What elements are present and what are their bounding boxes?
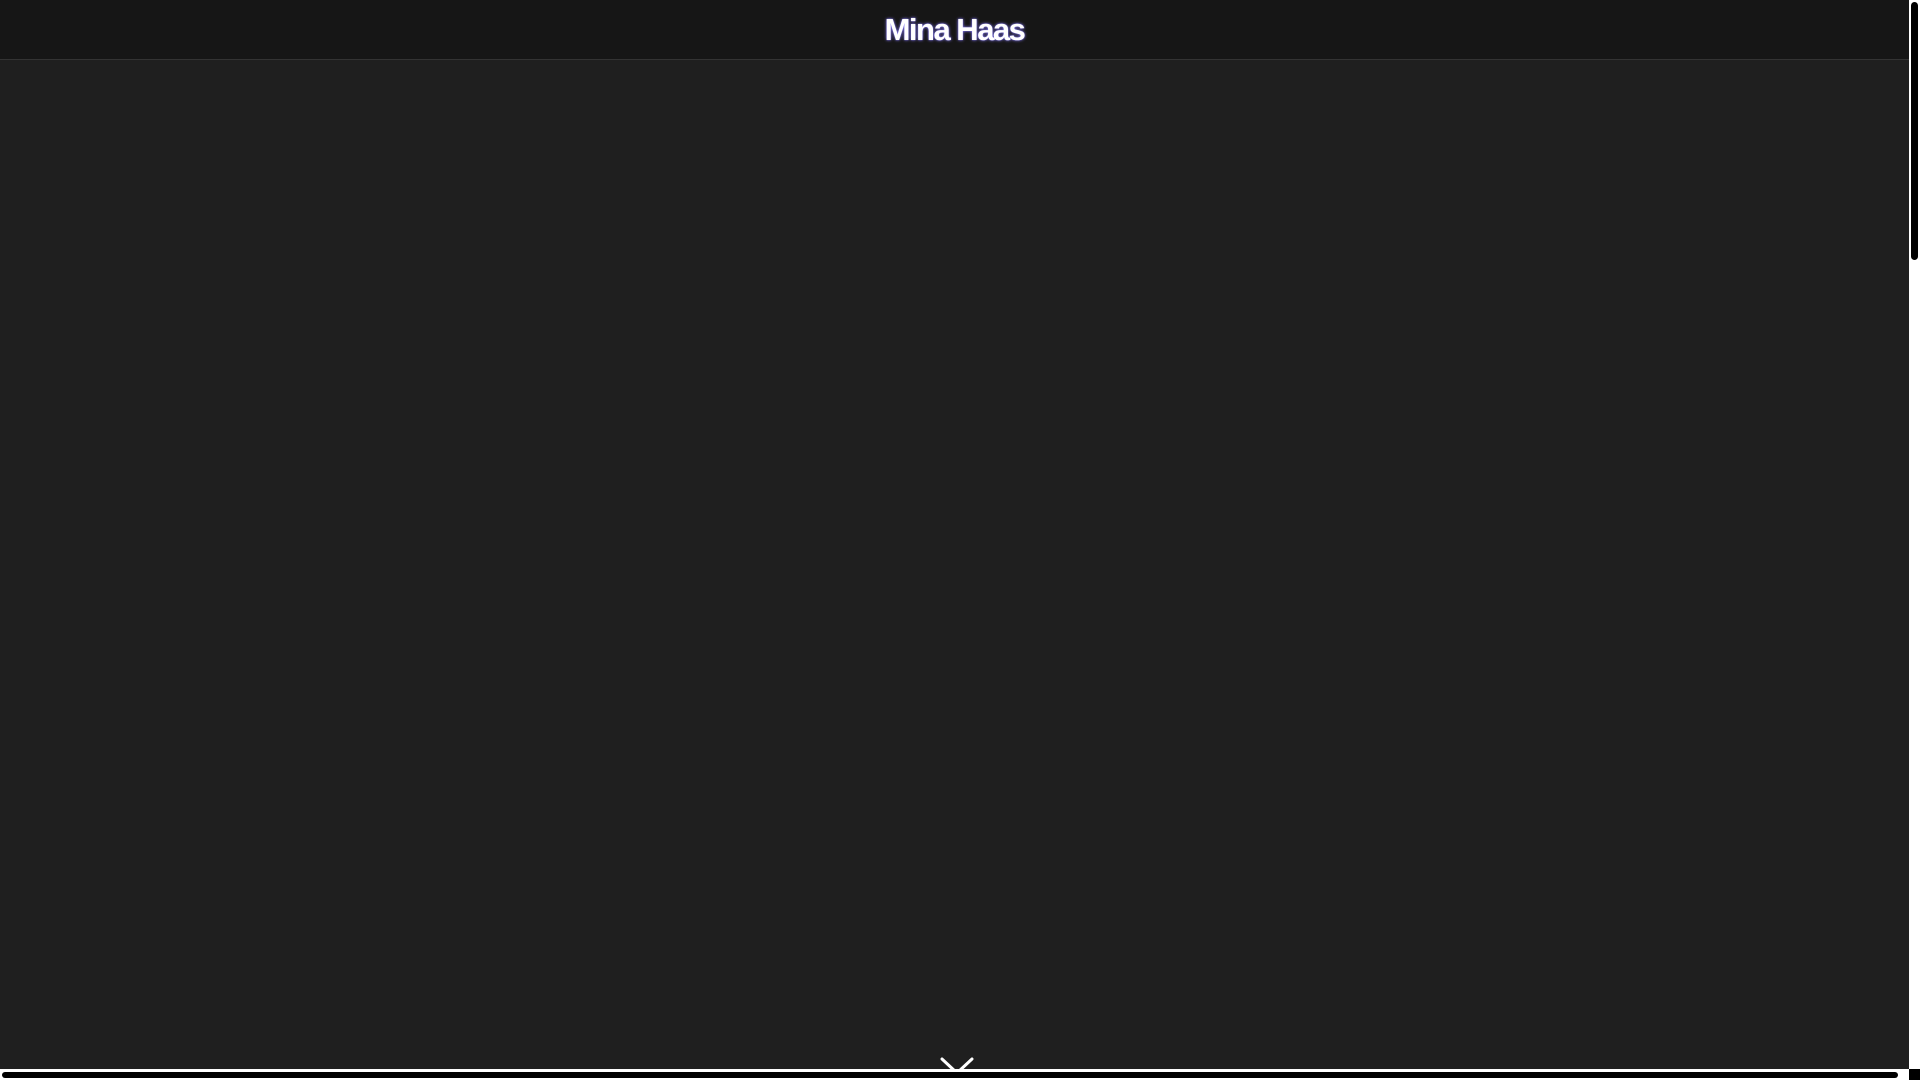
vertical-scrollbar-thumb[interactable] — [1911, 2, 1918, 260]
horizontal-scrollbar[interactable] — [0, 1069, 1909, 1080]
site-title[interactable]: Mina Haas — [885, 14, 1026, 45]
site-header: Mina Haas — [0, 0, 1909, 60]
scrollbar-corner — [1909, 1069, 1920, 1080]
horizontal-scrollbar-thumb[interactable] — [2, 1072, 1898, 1078]
hero-section — [0, 60, 1909, 1070]
page: Mina Haas — [0, 0, 1920, 1080]
vertical-scrollbar[interactable] — [1909, 0, 1920, 1072]
